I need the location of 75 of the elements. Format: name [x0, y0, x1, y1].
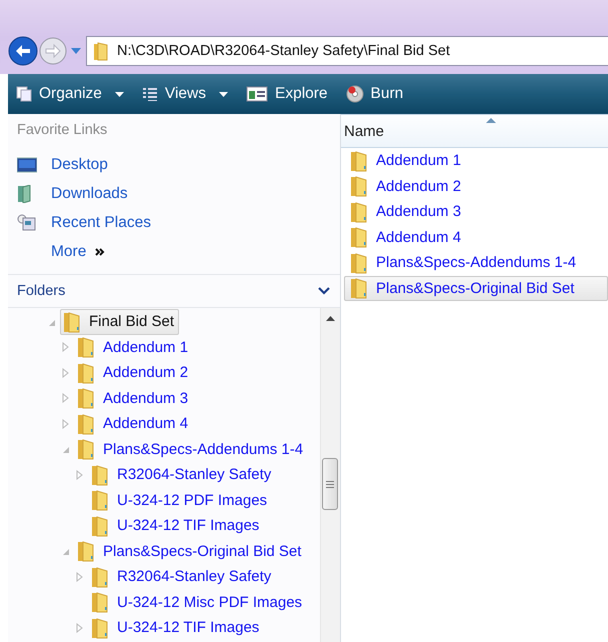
scroll-thumb[interactable]: [322, 458, 338, 510]
section-heading: Favorite Links: [17, 122, 108, 140]
tree-item[interactable]: U-324-12 PDF Images: [88, 487, 272, 514]
sort-arrow-icon: [486, 118, 496, 123]
tree-item[interactable]: R32064-Stanley Safety: [88, 462, 276, 488]
folder-icon: [93, 41, 109, 61]
tree-item[interactable]: U-324-12 TIF Images: [88, 512, 264, 539]
recent-places-icon: [17, 214, 37, 232]
tree-item[interactable]: Addendum 1: [74, 334, 194, 360]
tree-item[interactable]: Plans&Specs-Original Bid Set: [74, 538, 306, 564]
favorite-link[interactable]: More: [17, 237, 106, 266]
tree-item[interactable]: Addendum 4: [74, 410, 194, 437]
expand-arrow[interactable]: [62, 368, 70, 378]
expand-arrow[interactable]: [76, 470, 84, 480]
folder-icon: [91, 514, 109, 537]
toolbar-button[interactable]: Explore: [244, 83, 330, 105]
folder-icon: [350, 226, 368, 248]
folder-icon: [350, 175, 368, 198]
caret-icon: [114, 92, 124, 96]
back-button[interactable]: [8, 36, 38, 66]
file-row[interactable]: Addendum 4: [344, 224, 608, 250]
folder-icon: [77, 540, 95, 562]
toolbar-menu[interactable]: Views: [140, 83, 230, 105]
tree-item[interactable]: U-324-12 TIF Images: [88, 614, 264, 641]
disc-icon: [346, 85, 364, 103]
tree-item[interactable]: Plans&Specs-Addendums 1-4: [74, 436, 308, 462]
file-row[interactable]: Addendum 1: [344, 148, 608, 174]
favorite-link[interactable]: Downloads: [17, 179, 128, 208]
tree-item[interactable]: Addendum 3: [74, 385, 194, 412]
book-icon: [17, 184, 31, 202]
address-field[interactable]: N:\C3D\ROAD\R32064-Stanley Safety\Final Bid Set: [86, 36, 608, 66]
folder-icon: [91, 566, 109, 588]
scrollbar[interactable]: [320, 308, 340, 642]
column-header[interactable]: Name: [341, 114, 608, 148]
favorite-link[interactable]: Desktop: [17, 150, 108, 179]
chevron-icon: [318, 287, 330, 295]
tree-item[interactable]: U-324-12 Misc PDF Images: [88, 589, 308, 616]
folder-icon: [91, 616, 109, 639]
pages-icon: [16, 86, 32, 102]
folder-icon: [350, 150, 368, 172]
expand-arrow[interactable]: [62, 342, 70, 352]
folders-header[interactable]: Folders: [8, 275, 340, 308]
monitor-icon: [17, 156, 37, 172]
file-row[interactable]: Addendum 2: [344, 174, 608, 199]
folder-icon: [91, 591, 109, 614]
scroll-up-icon[interactable]: [326, 316, 335, 321]
tree-item[interactable]: Final Bid Set: [60, 308, 180, 335]
chevron-icon: [95, 248, 106, 256]
file-row[interactable]: Addendum 3: [344, 199, 608, 224]
folder-icon: [77, 362, 95, 384]
folder-icon: [77, 438, 95, 460]
expand-arrow[interactable]: [62, 418, 70, 429]
folder-icon: [77, 336, 95, 358]
folder-icon: [91, 464, 109, 486]
list-icon: [142, 86, 158, 102]
file-row[interactable]: Plans&Specs-Original Bid Set: [344, 276, 608, 301]
folder-icon: [91, 489, 109, 512]
toolbar-menu[interactable]: Organize: [14, 83, 126, 105]
expand-arrow[interactable]: [76, 572, 84, 582]
folder-icon: [350, 277, 368, 300]
folder-icon: [77, 387, 95, 410]
favorite-link[interactable]: Recent Places: [17, 208, 151, 237]
folder-icon: [63, 310, 81, 333]
dropdown-icon[interactable]: [71, 48, 81, 54]
file-row[interactable]: Plans&Specs-Addendums 1-4: [344, 250, 608, 276]
folder-icon: [77, 412, 95, 435]
window-icon: [246, 86, 268, 102]
caret-icon: [218, 92, 228, 96]
toolbar-button[interactable]: Burn: [344, 83, 406, 105]
folder-icon: [350, 252, 368, 274]
expand-arrow[interactable]: [62, 393, 70, 404]
tree-item[interactable]: R32064-Stanley Safety: [88, 564, 276, 590]
folder-icon: [350, 200, 368, 223]
tree-item[interactable]: Addendum 2: [74, 360, 194, 386]
expand-arrow[interactable]: [76, 622, 84, 633]
